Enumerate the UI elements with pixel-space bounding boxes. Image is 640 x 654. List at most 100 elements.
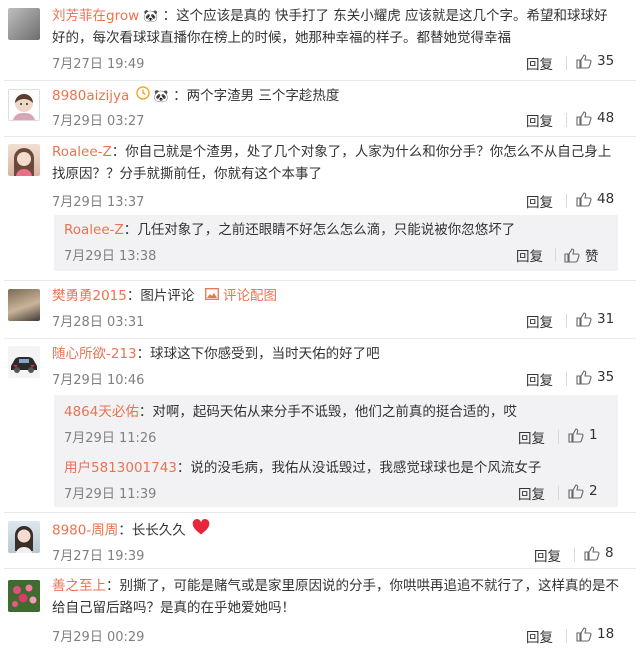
panda-emoji-icon: 🐼 (143, 9, 159, 23)
thumbs-up-icon (576, 311, 592, 327)
comment-text: Roalee-Z：几任对象了，之前还眼睛不好怎么怎么滴，只能说被你忽悠坏了 (64, 219, 608, 241)
comment-item: Roalee-Z：你自己就是个渣男，处了几个对象了，人家为什么和你分手？你怎么不… (0, 136, 640, 280)
username[interactable]: 随心所欲-213 (52, 346, 137, 362)
avatar[interactable] (8, 8, 40, 40)
comment-text: 刘芳菲在grow 🐼 ：这个应该是真的 快手打了 东关小耀虎 应该就是这几个字。… (52, 5, 620, 49)
comment-text: 随心所欲-213：球球这下你感受到，当时天佑的好了吧 (52, 343, 620, 365)
sub-reply-list: Roalee-Z：几任对象了，之前还眼睛不好怎么怎么滴，只能说被你忽悠坏了 7月… (54, 215, 618, 271)
like-button[interactable]: 赞 (564, 245, 599, 265)
timestamp: 7月28日 03:31 (52, 315, 145, 330)
red-heart-emoji-icon (192, 519, 210, 542)
username[interactable]: Roalee-Z (64, 222, 124, 238)
like-count: 31 (597, 311, 615, 327)
comment-item: 8980-周周：长长久久 7月27日 19:39 回复 8 (0, 512, 640, 568)
avatar[interactable] (8, 346, 40, 378)
comment-body: ：球球这下你感受到，当时天佑的好了吧 (136, 346, 380, 362)
divider (566, 56, 567, 70)
thumbs-up-icon (576, 626, 592, 642)
comment-body: ：图片评论 (126, 288, 195, 304)
timestamp: 7月29日 11:39 (64, 487, 157, 502)
like-button[interactable]: 2 (568, 483, 598, 499)
reply-button[interactable]: 回复 (518, 483, 545, 503)
like-button[interactable]: 48 (576, 110, 614, 126)
timestamp: 7月29日 03:27 (52, 114, 145, 129)
thumbs-up-icon (568, 427, 584, 443)
like-button[interactable]: 8 (584, 545, 614, 561)
comment-body: ：长长久久 (118, 522, 186, 539)
avatar-illustration-icon (13, 94, 35, 120)
reply-button[interactable]: 回复 (534, 545, 561, 565)
image-link[interactable]: 评论配图 (223, 288, 277, 304)
username[interactable]: 4864天必佑 (64, 404, 139, 420)
sub-reply-item: 用户5813001743：说的没毛病，我佑从没诋毁过，我感觉球球也是个风流女子 … (64, 457, 608, 507)
sub-reply-list: 4864天必佑：对啊，起码天佑从来分手不诋毁，他们之前真的挺合适的，哎 7月29… (54, 395, 618, 507)
divider (566, 113, 567, 127)
reply-button[interactable]: 回复 (518, 427, 545, 447)
thumbs-up-icon (576, 191, 592, 207)
username[interactable]: 8980aizijya (52, 88, 129, 104)
avatar[interactable] (8, 89, 40, 121)
divider (558, 486, 559, 500)
avatar[interactable] (8, 521, 40, 553)
like-button[interactable]: 31 (576, 311, 614, 327)
vip-clock-badge-icon (135, 85, 150, 107)
thumbs-up-icon (568, 483, 584, 499)
username[interactable]: 用户5813001743 (64, 460, 177, 476)
sub-reply-item: Roalee-Z：几任对象了，之前还眼睛不好怎么怎么滴，只能说被你忽悠坏了 7月… (64, 219, 608, 269)
reply-button[interactable]: 回复 (516, 245, 543, 265)
comment-body: ：你自己就是个渣男，处了几个对象了，人家为什么和你分手？你怎么不从自己身上找原因… (52, 144, 612, 182)
like-button[interactable]: 35 (576, 369, 614, 385)
comment-text: 8980aizijya 🐼 ：两个字渣男 三个字趁热度 (52, 85, 620, 107)
divider (566, 314, 567, 328)
like-count: 48 (597, 110, 615, 126)
like-count: 48 (597, 191, 615, 207)
avatar-flowers-icon (8, 580, 40, 612)
timestamp: 7月29日 10:46 (52, 373, 145, 388)
username[interactable]: 8980-周周 (52, 523, 118, 539)
divider (566, 194, 567, 208)
username[interactable]: 樊勇勇2015 (52, 288, 127, 304)
divider (558, 430, 559, 444)
divider (574, 548, 575, 562)
timestamp: 7月27日 19:49 (52, 57, 145, 72)
reply-button[interactable]: 回复 (526, 53, 553, 73)
timestamp: 7月27日 19:39 (52, 549, 145, 564)
like-count: 1 (589, 427, 598, 443)
username[interactable]: 刘芳菲在grow (52, 8, 139, 24)
like-button[interactable]: 1 (568, 427, 598, 443)
comment-body: ：说的没毛病，我佑从没诋毁过，我感觉球球也是个风流女子 (176, 460, 542, 476)
like-button[interactable]: 48 (576, 191, 614, 207)
avatar-portrait-icon (14, 148, 34, 176)
comment-body: ：别撕了，可能是赌气或是家里原因说的分手，你哄哄再追追不就行了，这样真的是不给自… (52, 578, 619, 616)
reply-button[interactable]: 回复 (526, 369, 553, 389)
avatar[interactable] (8, 580, 40, 612)
like-count: 35 (597, 53, 615, 69)
divider (566, 372, 567, 386)
reply-button[interactable]: 回复 (526, 110, 553, 130)
reply-button[interactable]: 回复 (526, 311, 553, 331)
comment-item: 刘芳菲在grow 🐼 ：这个应该是真的 快手打了 东关小耀虎 应该就是这几个字。… (0, 0, 640, 80)
reply-button[interactable]: 回复 (526, 626, 553, 646)
thumbs-up-icon (576, 110, 592, 126)
thumbs-up-icon (576, 53, 592, 69)
comment-text: 樊勇勇2015：图片评论 评论配图 (52, 285, 620, 307)
thumbs-up-icon (584, 545, 600, 561)
comment-text: 8980-周周：长长久久 (52, 519, 620, 542)
comment-text: 善之至上：别撕了，可能是赌气或是家里原因说的分手，你哄哄再追追不就行了，这样真的… (52, 575, 620, 619)
username[interactable]: 善之至上 (52, 578, 106, 594)
like-button[interactable]: 18 (576, 626, 614, 642)
comment-item: 善之至上：别撕了，可能是赌气或是家里原因说的分手，你哄哄再追追不就行了，这样真的… (0, 568, 640, 654)
comment-item: 随心所欲-213：球球这下你感受到，当时天佑的好了吧 7月29日 10:46 回… (0, 338, 640, 512)
like-button[interactable]: 35 (576, 53, 614, 69)
image-icon (204, 285, 219, 307)
avatar[interactable] (8, 144, 40, 176)
divider (566, 629, 567, 643)
username[interactable]: Roalee-Z (52, 144, 112, 160)
comment-item: 樊勇勇2015：图片评论 评论配图 7月28日 03:31 回复 31 (0, 280, 640, 338)
comment-text: Roalee-Z：你自己就是个渣男，处了几个对象了，人家为什么和你分手？你怎么不… (52, 141, 620, 185)
avatar[interactable] (8, 289, 40, 321)
comment-body: ：几任对象了，之前还眼睛不好怎么怎么滴，只能说被你忽悠坏了 (123, 222, 516, 238)
reply-button[interactable]: 回复 (526, 191, 553, 211)
comment-body: ：对啊，起码天佑从来分手不诋毁，他们之前真的挺合适的，哎 (138, 404, 517, 420)
avatar-car-icon (11, 357, 37, 373)
